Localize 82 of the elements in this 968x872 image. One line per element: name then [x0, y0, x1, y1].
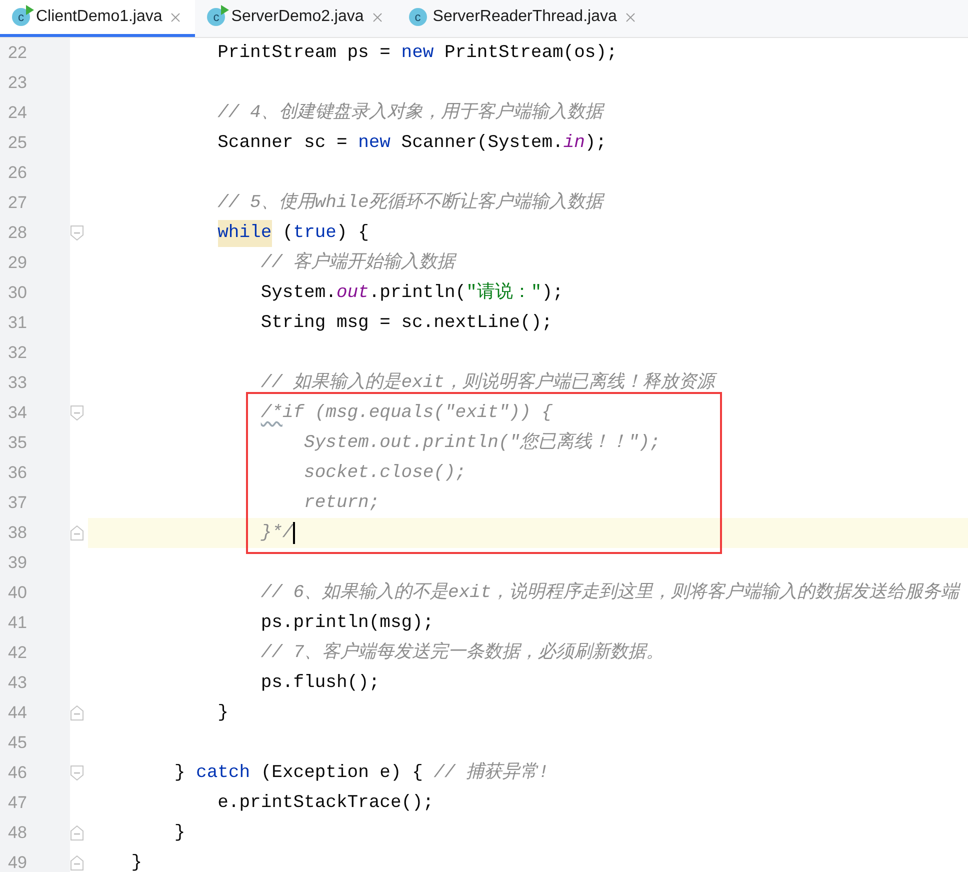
code-comment: System.out.println("您已离线！！"); [304, 430, 660, 454]
code-text: ( [282, 222, 294, 244]
code-text: Scanner(System. [401, 132, 564, 154]
keyword: new [358, 132, 390, 154]
tab-label: ServerDemo2.java [231, 7, 364, 27]
line-number: 46 [8, 762, 27, 784]
line-number: 37 [8, 492, 27, 514]
code-comment: // 客户端开始输入数据 [260, 250, 456, 274]
code-text: Scanner sc = [218, 132, 348, 154]
line-number: 42 [8, 642, 27, 664]
line-number: 25 [8, 132, 27, 154]
field-name: in [563, 132, 585, 154]
line-number: 31 [8, 312, 27, 334]
text-cursor [293, 522, 296, 544]
code-comment: // 4、创建键盘录入对象，用于客户端输入数据 [218, 100, 603, 124]
line-number: 40 [8, 582, 27, 604]
code-text: .println( [368, 282, 466, 304]
line-number: 34 [8, 402, 27, 424]
editor-tab[interactable]: c ServerReaderThread.java [396, 0, 650, 37]
code-text: } [174, 762, 186, 784]
code-text: e.printStackTrace(); [218, 792, 434, 814]
code-text: ); [542, 282, 564, 304]
line-number: 32 [8, 342, 27, 364]
line-number: 28 [8, 222, 27, 244]
code-comment: // 7、客户端每发送完一条数据，必须刷新数据。 [260, 640, 664, 664]
code-text: } [218, 702, 228, 724]
line-number: 23 [8, 72, 27, 94]
code-text: (Exception e) { [260, 762, 424, 784]
code-comment: // 5、使用while死循环不断让客户端输入数据 [218, 190, 603, 214]
line-number: 24 [8, 102, 27, 124]
line-number: 27 [8, 192, 27, 214]
code-text: PrintStream(os); [444, 42, 618, 64]
editor-tab[interactable]: c ServerDemo2.java [195, 0, 397, 37]
line-number: 26 [8, 162, 27, 184]
field-name: out [336, 282, 369, 304]
string-literal: "请说：" [466, 281, 542, 304]
code-text: } [174, 822, 186, 844]
line-number: 30 [8, 282, 27, 304]
code-text: System. [260, 282, 336, 304]
fold-end-icon[interactable] [70, 525, 84, 541]
fold-end-icon[interactable] [70, 705, 84, 721]
fold-start-icon[interactable] [70, 405, 84, 421]
code-text: ps.println(msg); [260, 612, 434, 634]
code-text: ) { [336, 222, 369, 244]
line-number: 44 [8, 702, 27, 724]
line-number: 48 [8, 822, 27, 844]
editor-tab[interactable]: c ClientDemo1.java [0, 0, 196, 37]
line-number: 35 [8, 432, 27, 454]
code-text: String msg = sc.nextLine(); [260, 312, 552, 334]
code-text: } [131, 852, 142, 872]
keyword: while [218, 220, 272, 246]
fold-start-icon[interactable] [70, 225, 84, 241]
code-text: ); [584, 132, 607, 154]
code-comment: }*/ [260, 522, 294, 544]
code-comment: // 捕获异常! [434, 761, 549, 784]
line-number: 39 [8, 552, 27, 574]
line-number: 29 [8, 252, 27, 274]
fold-end-icon[interactable] [70, 825, 84, 841]
fold-end-icon[interactable] [70, 855, 84, 871]
keyword: catch [196, 762, 250, 784]
code-comment: return; [304, 492, 380, 514]
code-text: ps.flush(); [260, 672, 380, 694]
code-comment: socket.close(); [304, 462, 466, 484]
code-comment: // 6、如果输入的不是exit，说明程序走到这里，则将客户端输入的数据发送给服务端 [260, 580, 960, 604]
code-comment: /* [260, 402, 282, 424]
keyword: true [293, 222, 336, 244]
line-number: 47 [8, 792, 27, 814]
class-file-icon: c [408, 8, 427, 26]
fold-start-icon[interactable] [70, 765, 84, 781]
line-number: 33 [8, 372, 27, 394]
code-comment: if (msg.equals("exit")) { [282, 402, 552, 424]
line-number: 49 [8, 852, 27, 872]
line-number: 36 [8, 462, 27, 484]
tab-label: ClientDemo1.java [36, 7, 162, 27]
tab-label: ServerReaderThread.java [432, 7, 617, 27]
line-number: 41 [8, 612, 27, 634]
keyword: new [401, 42, 434, 64]
line-number: 22 [8, 42, 27, 64]
line-number: 38 [8, 522, 27, 544]
code-text: PrintStream ps = [218, 42, 392, 64]
line-number: 45 [8, 732, 27, 754]
line-number: 43 [8, 672, 27, 694]
